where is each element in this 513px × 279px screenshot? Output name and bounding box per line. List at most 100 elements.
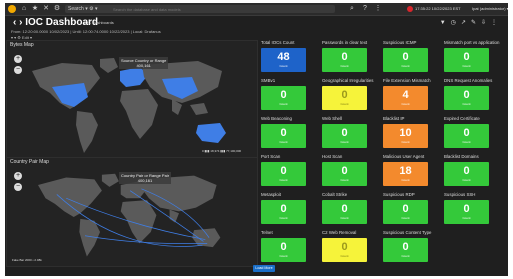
stat-value-box[interactable]: 0 Count	[444, 124, 489, 148]
stat-tile[interactable]: DNS Request Anomalies 0 Count	[444, 78, 502, 114]
app-frame: ⌂ ★ ✕ ⚙ Search ▾ ⚙ ▾ ⌕ ? ⋮ 17:35:22 10/2…	[5, 3, 508, 276]
stat-tile[interactable]: Suspicious ICMP 0 Count	[383, 40, 441, 76]
gear-icon[interactable]: ⚙	[53, 5, 61, 13]
stat-value: 0	[341, 127, 348, 139]
stat-title: Suspicious Content Type	[383, 230, 432, 235]
stat-tile[interactable]: Blacklist IP 10 Count	[383, 116, 441, 152]
stat-caption: Count	[279, 254, 288, 258]
stat-tile[interactable]: Web Shell 0 Count	[322, 116, 380, 152]
stat-value: 0	[463, 51, 470, 63]
stat-value-box[interactable]: 0 Count	[383, 200, 428, 224]
search-input[interactable]	[113, 6, 323, 12]
stat-value-box[interactable]: 0 Count	[383, 238, 428, 262]
download-icon[interactable]: ⇩	[481, 20, 491, 26]
stat-tile[interactable]: Passwords in clear text 0 Count	[322, 40, 380, 76]
header-actions: ▼◷↗✎⇩⋮	[440, 19, 502, 26]
stat-tile[interactable]: Web Beaconing 0 Count	[261, 116, 319, 152]
stat-caption: Count	[462, 102, 471, 106]
stat-value: 0	[463, 203, 470, 215]
stat-value-box[interactable]: 0 Count	[444, 86, 489, 110]
stat-value-box[interactable]: 0 Count	[322, 238, 367, 262]
stat-caption: Count	[340, 64, 349, 68]
stat-tile[interactable]: Telnet 0 Count	[261, 230, 319, 266]
stat-value: 0	[341, 241, 348, 253]
stat-tile[interactable]: Suspicious SSH 0 Count	[444, 192, 502, 228]
clock-icon[interactable]: ◷	[451, 20, 461, 26]
stat-value: 0	[280, 89, 287, 101]
load-more-button[interactable]: Load More	[253, 265, 275, 272]
stat-value-box[interactable]: 0 Count	[383, 48, 428, 72]
stat-tile[interactable]: Host Scan 0 Count	[322, 154, 380, 190]
bytes-world-map[interactable]	[21, 53, 243, 163]
stat-value-box[interactable]: 0 Count	[261, 124, 306, 148]
stat-caption: Count	[401, 140, 410, 144]
home-icon[interactable]: ⌂	[20, 5, 28, 13]
search-scope[interactable]: Search ▾ ⚙ ▾	[68, 5, 98, 13]
stat-value-box[interactable]: 0 Count	[322, 124, 367, 148]
stat-value-box[interactable]: 10 Count	[383, 124, 428, 148]
stat-value-box[interactable]: 0 Count	[322, 86, 367, 110]
stat-title: DNS Request Anomalies	[444, 78, 493, 83]
stat-tile[interactable]: Total IOCs Count 48 Count	[261, 40, 319, 76]
stat-value: 0	[463, 127, 470, 139]
help-icon[interactable]: ?	[361, 5, 369, 13]
stat-title: Port Scan	[261, 154, 281, 159]
stat-title: Suspicious ICMP	[383, 40, 417, 45]
stat-value-box[interactable]: 0 Count	[322, 162, 367, 186]
star-icon[interactable]: ★	[31, 5, 39, 13]
stat-tile[interactable]: Metasploit 0 Count	[261, 192, 319, 228]
stat-caption: Count	[340, 102, 349, 106]
grid-icon[interactable]: ⋮	[374, 5, 382, 13]
stat-tile[interactable]: Cobalt Strike 0 Count	[322, 192, 380, 228]
stat-value: 0	[402, 241, 409, 253]
back-icon[interactable]: ‹ ›	[13, 17, 22, 28]
app-logo[interactable]	[8, 5, 16, 13]
stat-value-box[interactable]: 0 Count	[322, 48, 367, 72]
stat-tile[interactable]: SMBv1 0 Count	[261, 78, 319, 114]
time-range: From: 12:20:00.0000 10/02/2023 | Until: …	[11, 29, 161, 34]
more-icon[interactable]: ⋮	[491, 20, 502, 26]
stat-value-box[interactable]: 0 Count	[444, 200, 489, 224]
edit-icon[interactable]: ✎	[471, 20, 481, 26]
stat-value-box[interactable]: 0 Count	[444, 162, 489, 186]
stat-title: Blacklist Domains	[444, 154, 479, 159]
stat-tile[interactable]: Geographical Irregularities 0 Count	[322, 78, 380, 114]
stat-tile[interactable]: File Extension Mismatch 4 Count	[383, 78, 441, 114]
stat-value: 0	[402, 51, 409, 63]
stat-title: Mismatch port vs application	[444, 40, 500, 45]
stat-tile[interactable]: Malicious User Agent 18 Count	[383, 154, 441, 190]
notification-badge[interactable]	[407, 6, 413, 12]
bytes-map-panel: Bytes Map + − Source Country or Range 40…	[6, 40, 258, 159]
stat-value-box[interactable]: 18 Count	[383, 162, 428, 186]
stat-value-box[interactable]: 48 Count	[261, 48, 306, 72]
stat-caption: Count	[462, 178, 471, 182]
stat-value-box[interactable]: 0 Count	[261, 86, 306, 110]
stat-tile[interactable]: Port Scan 0 Count	[261, 154, 319, 190]
stat-value-box[interactable]: 0 Count	[261, 162, 306, 186]
stat-value-box[interactable]: 4 Count	[383, 86, 428, 110]
stat-value-box[interactable]: 0 Count	[261, 238, 306, 262]
stat-title: Cobalt Strike	[322, 192, 348, 197]
stat-value-box[interactable]: 0 Count	[322, 200, 367, 224]
stat-tile[interactable]: Suspicious RDP 0 Count	[383, 192, 441, 228]
search-bar[interactable]: Search ▾ ⚙ ▾	[65, 5, 335, 13]
stat-tile[interactable]: C2 Web Removal 0 Count	[322, 230, 380, 266]
stat-tile[interactable]: Mismatch port vs application 0 Count	[444, 40, 502, 76]
stat-tile[interactable]: Suspicious Content Type 0 Count	[383, 230, 441, 266]
stat-caption: Count	[401, 216, 410, 220]
search-icon[interactable]: ⌕	[348, 5, 356, 13]
stat-value: 0	[402, 203, 409, 215]
user-menu[interactable]: Ipat (administrator) ▾	[472, 5, 508, 13]
filter-icon[interactable]: ▼	[440, 20, 451, 26]
stat-title: File Extension Mismatch	[383, 78, 431, 83]
stat-tile[interactable]: Expired Certificate 0 Count	[444, 116, 502, 152]
share-icon[interactable]: ↗	[461, 20, 471, 26]
close-icon[interactable]: ✕	[42, 5, 50, 13]
dashboard-chip[interactable]: IOC Dashboards	[84, 20, 114, 25]
stat-value-box[interactable]: 0 Count	[444, 48, 489, 72]
country-pair-world-map[interactable]	[21, 170, 243, 264]
stat-value-box[interactable]: 0 Count	[261, 200, 306, 224]
tooltip-value: 400,161	[137, 178, 153, 183]
stat-value: 0	[463, 89, 470, 101]
stat-tile[interactable]: Blacklist Domains 0 Count	[444, 154, 502, 190]
